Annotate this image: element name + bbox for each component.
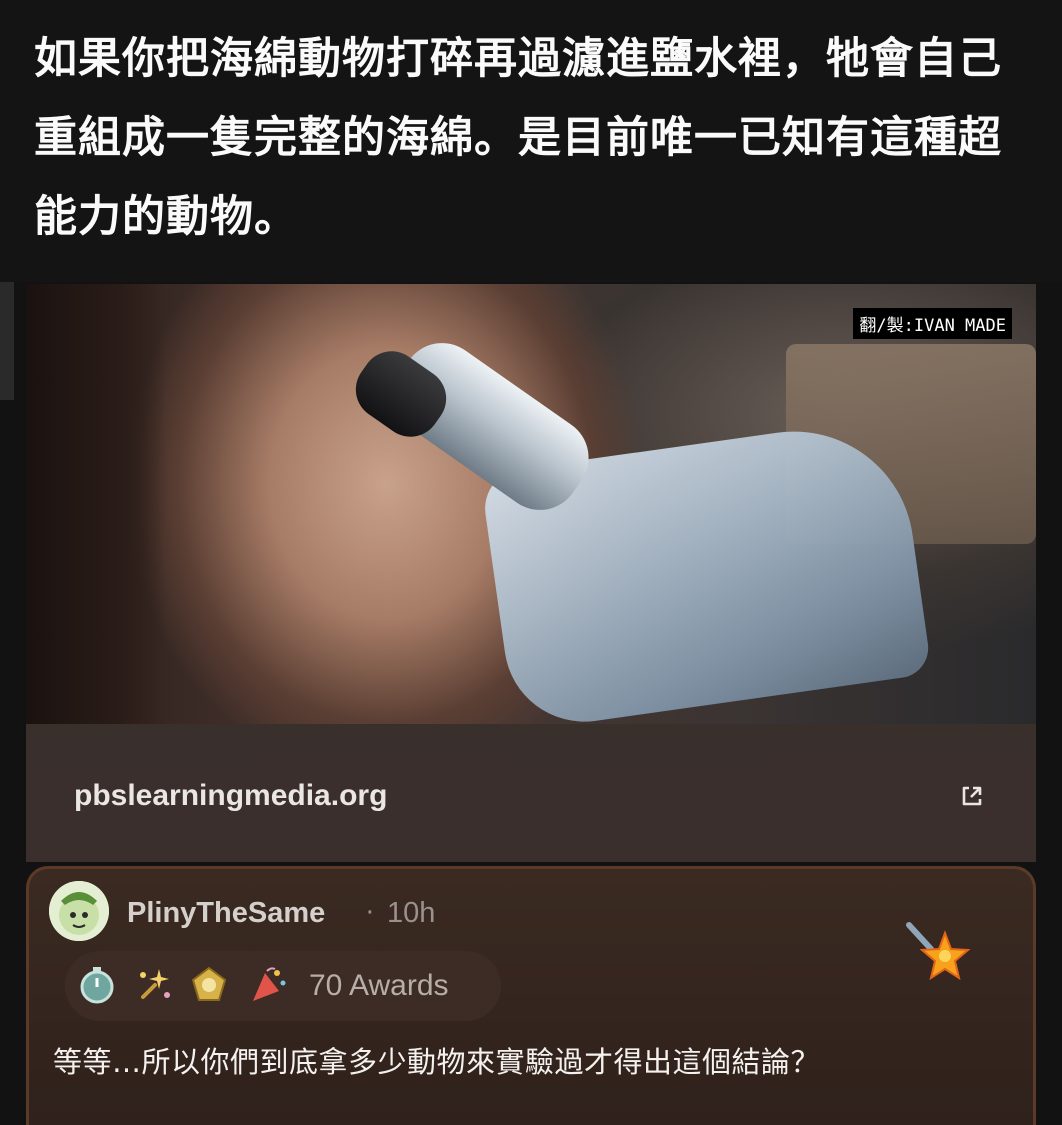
avatar[interactable] — [49, 881, 109, 941]
timer-award-icon — [80, 967, 114, 1004]
star-award-icon[interactable] — [901, 919, 971, 989]
comment-username[interactable]: PlinyTheSame — [127, 897, 325, 930]
meme-caption: 如果你把海綿動物打碎再過濾進鹽水裡，牠會自己重組成一隻完整的海綿。是目前唯一已知… — [0, 0, 1062, 282]
awards-row[interactable]: 70 Awards — [65, 951, 501, 1021]
comment-card: PlinyTheSame · 10h 70 Awards 等等…所以你們到底拿多… — [26, 866, 1036, 1125]
hair-shadow — [26, 284, 166, 724]
comment-body: 等等…所以你們到底拿多少動物來實驗過才得出這個結論？ — [53, 1045, 821, 1079]
link-preview-card[interactable]: 翻/製:IVAN MADE pbslearningmedia.org — [26, 284, 1036, 862]
awards-count: 70 Awards — [309, 969, 449, 1002]
caption-text: 如果你把海綿動物打碎再過濾進鹽水裡，牠會自己重組成一隻完整的海綿。是目前唯一已知… — [34, 34, 1002, 242]
watermark-label: 翻/製:IVAN MADE — [853, 308, 1012, 339]
comment-timestamp: 10h — [387, 897, 436, 929]
preview-image: 翻/製:IVAN MADE — [26, 284, 1036, 724]
meta-separator: · — [365, 895, 375, 927]
party-award-icon — [253, 967, 286, 1001]
medal-award-icon — [191, 966, 227, 1001]
sparkle-award-icon — [140, 969, 170, 999]
external-link-icon[interactable] — [960, 784, 984, 808]
link-domain[interactable]: pbslearningmedia.org — [74, 779, 387, 813]
avatar-icon — [49, 881, 109, 941]
link-bar[interactable]: pbslearningmedia.org — [26, 724, 1036, 862]
